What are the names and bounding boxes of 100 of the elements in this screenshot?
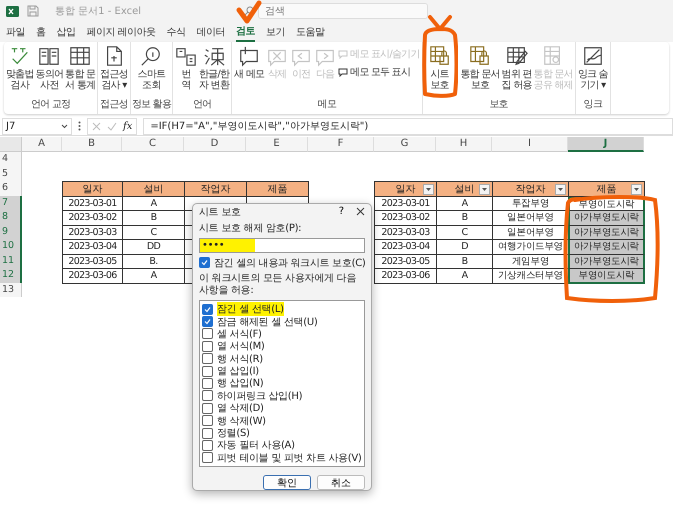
table-cell: 아가부영도시락 [568, 239, 645, 254]
ribbon-group-label: 정보 활용 [132, 98, 171, 112]
row-header[interactable]: 11 [0, 254, 22, 268]
dropdown-arrow-icon [426, 188, 431, 191]
search-field[interactable]: 검색 [258, 3, 428, 19]
edit-range-icon [506, 45, 528, 67]
column-header[interactable]: C [122, 137, 184, 152]
formula-field[interactable]: =IF(H7="A","부영이도시락","아가부영도시락") [143, 118, 673, 134]
checkbox[interactable] [202, 316, 213, 327]
column-header[interactable]: A [22, 137, 62, 152]
row-header[interactable]: 13 [0, 282, 22, 297]
more-options-icon[interactable] [78, 121, 81, 131]
close-icon[interactable] [356, 207, 365, 216]
table-cell: 부영이도시락 [568, 268, 645, 284]
checkbox[interactable] [202, 353, 213, 364]
checkbox[interactable] [202, 452, 213, 464]
menu-tab[interactable]: 도움말 [296, 23, 325, 41]
column-header[interactable]: G [374, 137, 436, 152]
ribbon-button[interactable]: 잉크 숨 기기 ▾ [576, 44, 609, 92]
checkbox[interactable] [202, 402, 213, 414]
checkbox[interactable] [202, 415, 213, 426]
ribbon-group-label: 잉크 [584, 98, 602, 112]
ribbon-button[interactable]: 스마트 조회 [136, 44, 166, 92]
insert-function-button[interactable]: fx [123, 120, 132, 132]
checkbox-label: 열 삽입(I) [217, 365, 259, 378]
table-header-cell: 일자 [374, 181, 437, 196]
checkbox-label: 행 삭제(W) [217, 414, 266, 428]
menu-tab[interactable]: 파일 [6, 23, 25, 41]
checkbox[interactable] [202, 328, 213, 340]
sheet-lock-icon [428, 45, 451, 67]
ribbon-button[interactable]: 새 메모 [233, 44, 266, 81]
ribbon-button[interactable]: 한글/한 자 변환 [198, 44, 230, 92]
dialog-button[interactable]: 취소 [317, 475, 365, 490]
row-header[interactable]: 5 [0, 166, 22, 181]
ribbon-button[interactable]: 번 역 [174, 44, 198, 92]
checkbox[interactable] [202, 390, 213, 402]
row-header[interactable]: 10 [0, 239, 22, 254]
table-header-cell: 일자 [62, 181, 123, 196]
row-header[interactable]: 4 [0, 152, 22, 166]
checkbox[interactable] [199, 257, 210, 268]
ribbon-group-label: 언어 [192, 98, 212, 112]
ink-icon [582, 45, 604, 67]
row-header[interactable]: 8 [0, 210, 22, 224]
column-header[interactable]: D [184, 137, 246, 152]
menu-tab[interactable]: 데이터 [196, 23, 226, 41]
ribbon-button[interactable]: 동의어 사전 [34, 44, 64, 92]
comment-icon [338, 68, 348, 76]
password-field[interactable]: •••• [199, 238, 365, 253]
checkbox-label: 잠긴 셀의 내용과 워크시트 보호(C) [214, 256, 366, 270]
ribbon-group-label: 언어 교정 [31, 98, 70, 112]
ribbon-button[interactable]: 시트 보호 [428, 44, 452, 92]
checkbox[interactable] [202, 366, 213, 377]
dropdown-arrow-icon [558, 188, 563, 191]
ribbon-group-label: 보호 [489, 98, 508, 112]
menu-tab[interactable]: 보기 [266, 23, 286, 41]
checkbox[interactable] [202, 428, 213, 439]
column-header[interactable]: B [62, 137, 122, 152]
row-header[interactable]: 7 [0, 196, 22, 210]
table-cell: A [122, 268, 185, 284]
ribbon-small-button[interactable]: 메모 모두 표시 [337, 64, 421, 80]
column-header[interactable]: H [436, 137, 492, 152]
menu-tab[interactable]: 삽입 [56, 23, 76, 41]
table-header-cell: 제품 [246, 181, 309, 196]
ribbon-button[interactable]: 통합 문 서 통계 [64, 44, 96, 92]
row-header[interactable]: 12 [0, 268, 22, 282]
ribbon-button[interactable]: 통합 문서 보호 [460, 44, 501, 92]
menu-tab[interactable]: 홈 [36, 23, 46, 41]
dropdown-caret-icon [61, 124, 68, 128]
checkbox-label: 행 삽입(N) [217, 377, 264, 390]
menu-tab[interactable]: 수식 [166, 23, 186, 41]
help-button[interactable]: ? [338, 206, 344, 218]
book-icon [38, 45, 60, 67]
filter-dropdown-button[interactable] [631, 184, 642, 195]
column-header[interactable]: F [308, 137, 374, 152]
ribbon-button[interactable]: 범위 편 집 허용 [500, 44, 533, 92]
save-icon[interactable] [27, 5, 39, 17]
checkbox[interactable] [202, 304, 213, 315]
filter-dropdown-button[interactable] [423, 184, 434, 195]
column-header[interactable]: I [492, 137, 568, 152]
checkbox-label: 정렬(S) [217, 427, 250, 440]
name-box[interactable]: J7 [2, 118, 72, 134]
ribbon-group-label: 메모 [318, 98, 336, 112]
ribbon-group-label: 접근성 [100, 98, 128, 112]
ribbon-button[interactable]: 접근성 검사 ▾ [99, 44, 129, 92]
menu-tab[interactable]: 페이지 레이아웃 [86, 23, 156, 41]
table-header-cell: 작업자 [492, 181, 569, 196]
table-cell: 아가부영도시락 [568, 210, 645, 226]
table-header-cell: 설비 [436, 181, 493, 196]
filter-dropdown-button[interactable] [555, 184, 566, 195]
checkbox[interactable] [202, 340, 213, 352]
column-header[interactable]: E [246, 137, 308, 152]
dropdown-arrow-icon [634, 188, 639, 191]
filter-dropdown-button[interactable] [479, 184, 490, 195]
dialog-button[interactable]: 확인 [263, 475, 311, 490]
row-header[interactable]: 6 [0, 181, 22, 196]
row-header[interactable]: 9 [0, 224, 22, 239]
checkbox[interactable] [202, 378, 213, 389]
checkbox[interactable] [202, 440, 213, 451]
ribbon-button[interactable]: 맞춤법 검사 [5, 44, 35, 92]
column-header[interactable]: J [568, 137, 644, 152]
